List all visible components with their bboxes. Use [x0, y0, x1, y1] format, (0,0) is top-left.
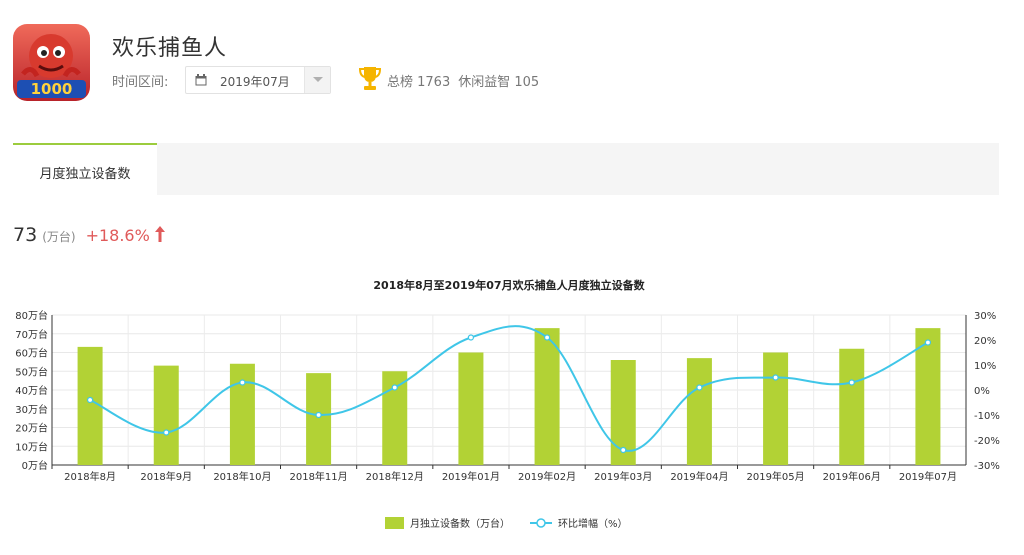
x-tick-label: 2018年10月	[213, 470, 271, 483]
tab-label: 月度独立设备数	[39, 167, 131, 182]
x-tick-label: 2019年07月	[899, 470, 957, 483]
y-right-tick-label: -10%	[974, 411, 1000, 422]
y-left-tick-label: 50万台	[15, 365, 48, 378]
bar	[686, 358, 712, 465]
x-tick-label: 2019年03月	[594, 470, 652, 483]
arrow-up-icon	[154, 226, 165, 242]
tab-bar: 月度独立设备数	[13, 143, 999, 195]
game-app-icon: 1000	[13, 24, 90, 101]
bar	[229, 363, 255, 465]
trophy-icon	[359, 67, 381, 90]
x-tick-label: 2018年11月	[289, 470, 347, 483]
metric-value: 73	[13, 224, 38, 246]
growth-point	[772, 374, 779, 381]
x-tick-label: 2018年9月	[140, 470, 192, 483]
overall-rank: 总榜 1763	[387, 75, 451, 90]
legend-line-marker	[536, 518, 546, 528]
growth-point	[467, 334, 475, 341]
legend-bar-label: 月独立设备数（万台）	[410, 517, 510, 530]
x-tick-label: 2019年06月	[823, 470, 881, 483]
combo-chart: 2018年8月至2019年07月欢乐捕鱼人月度独立设备数 0万台 10万台 20万台 3…	[15, 278, 1000, 530]
legend-line-label: 环比增幅（%）	[558, 517, 628, 530]
y-left-tick-label: 0万台	[22, 459, 48, 472]
growth-point	[239, 379, 246, 386]
bar	[534, 328, 560, 465]
calendar-icon	[195, 74, 207, 86]
y-left-tick-label: 80万台	[15, 309, 48, 322]
y-right-tick-label: -20%	[974, 436, 1000, 447]
y-left-tick-label: 20万台	[15, 422, 48, 435]
y-right-tick-label: 10%	[974, 361, 996, 372]
legend-bar-swatch	[385, 517, 404, 529]
period-label: 时间区间:	[112, 75, 169, 90]
dropdown-toggle[interactable]	[304, 67, 330, 93]
growth-point	[543, 334, 551, 341]
bar	[839, 348, 865, 465]
bar	[458, 352, 484, 465]
chevron-down-icon	[313, 77, 323, 82]
date-value: 2019年07月	[220, 75, 290, 89]
growth-point	[848, 379, 855, 386]
y-left-tick-label: 60万台	[15, 347, 48, 360]
y-left-tick-label: 30万台	[15, 403, 48, 416]
y-right-tick-label: 0%	[974, 386, 990, 397]
x-tick-label: 2019年02月	[518, 470, 576, 483]
category-rank: 休闲益智 105	[458, 75, 540, 90]
y-right-tick-label: 20%	[974, 336, 996, 347]
metric-summary: 73 (万台) +18.6%	[13, 224, 166, 246]
growth-point	[391, 384, 398, 391]
bar	[153, 365, 179, 465]
y-left-tick-label: 40万台	[15, 384, 48, 397]
metric-unit: (万台)	[42, 230, 76, 244]
growth-point	[163, 429, 170, 436]
x-tick-label: 2019年01月	[442, 470, 500, 483]
tab-monthly-devices[interactable]: 月度独立设备数	[13, 143, 157, 195]
growth-point	[86, 396, 94, 404]
bar	[306, 373, 332, 465]
bar	[763, 352, 789, 465]
icon-badge-text: 1000	[30, 80, 73, 98]
growth-point	[696, 384, 703, 391]
x-tick-label: 2018年8月	[64, 470, 116, 483]
ranking-info: 总榜 1763 休闲益智 105	[387, 71, 547, 90]
y-right-tick-label: -30%	[974, 461, 1000, 472]
x-tick-label: 2018年12月	[366, 470, 424, 483]
x-tick-label: 2019年04月	[670, 470, 728, 483]
date-picker[interactable]: 2019年07月	[185, 66, 331, 94]
metric-change: +18.6%	[85, 226, 150, 245]
y-left-tick-label: 70万台	[15, 328, 48, 341]
growth-point	[924, 339, 932, 346]
y-right-tick-label: 30%	[974, 311, 996, 322]
y-left-tick-label: 10万台	[15, 440, 48, 453]
growth-point	[620, 446, 627, 454]
app-title: 欢乐捕鱼人	[112, 36, 228, 61]
x-tick-label: 2019年05月	[746, 470, 804, 483]
growth-point	[315, 411, 322, 419]
chart-title: 2018年8月至2019年07月欢乐捕鱼人月度独立设备数	[373, 278, 645, 292]
